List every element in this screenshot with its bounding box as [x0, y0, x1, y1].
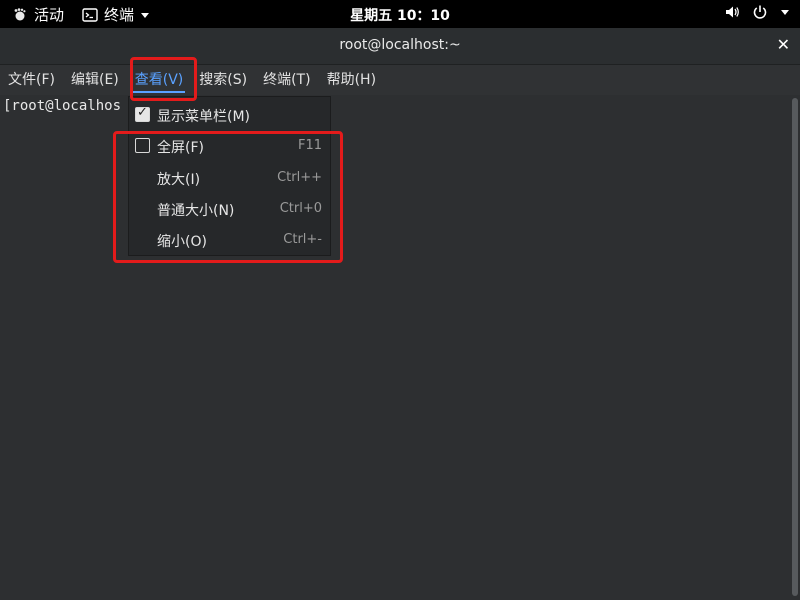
checkbox-unchecked[interactable]	[135, 138, 150, 153]
system-tray[interactable]	[724, 4, 790, 20]
menu-item-fullscreen[interactable]: 全屏(F) F11	[129, 131, 330, 161]
clock[interactable]: 星期五 10：10	[0, 5, 800, 25]
power-icon[interactable]	[752, 4, 768, 20]
terminal-prompt: [root@localhos	[3, 98, 122, 114]
menu-terminal[interactable]: 终端(T)	[255, 65, 318, 95]
window-titlebar: root@localhost:~ ✕	[0, 28, 800, 65]
menu-item-shortcut: Ctrl+0	[279, 201, 322, 216]
menu-help[interactable]: 帮助(H)	[319, 65, 384, 95]
view-menu-dropdown: 显示菜单栏(M) 全屏(F) F11 放大(I) Ctrl++ 普通大小(N) …	[128, 96, 331, 256]
terminal-area[interactable]: [root@localhos	[0, 95, 790, 600]
volume-icon[interactable]	[724, 4, 740, 20]
menu-item-label: 普通大小(N)	[157, 203, 235, 219]
caret-down-icon	[780, 7, 790, 17]
menu-edit[interactable]: 编辑(E)	[63, 65, 127, 95]
menu-search[interactable]: 搜索(S)	[191, 65, 255, 95]
menu-file[interactable]: 文件(F)	[0, 65, 63, 95]
menu-item-shortcut: Ctrl++	[277, 170, 322, 185]
menu-item-shortcut: Ctrl+-	[283, 232, 322, 247]
menu-item-normal-size[interactable]: 普通大小(N) Ctrl+0	[129, 194, 330, 224]
menu-item-show-menubar[interactable]: 显示菜单栏(M)	[129, 100, 330, 130]
window-title: root@localhost:~	[339, 37, 461, 53]
top-bar: 活动 终端 星期五 10：10	[0, 0, 800, 28]
menu-item-label: 放大(I)	[157, 172, 201, 188]
menubar: 文件(F) 编辑(E) 查看(V) 搜索(S) 终端(T) 帮助(H)	[0, 65, 800, 95]
menu-item-label: 显示菜单栏(M)	[157, 109, 251, 125]
menu-item-shortcut: F11	[297, 138, 322, 153]
scrollbar[interactable]	[792, 98, 798, 596]
close-icon[interactable]: ✕	[777, 35, 790, 54]
menu-item-label: 缩小(O)	[157, 234, 207, 250]
menu-item-zoom-out[interactable]: 缩小(O) Ctrl+-	[129, 225, 330, 255]
checkbox-checked[interactable]	[135, 105, 150, 122]
menu-item-zoom-in[interactable]: 放大(I) Ctrl++	[129, 163, 330, 193]
menu-view[interactable]: 查看(V)	[127, 65, 192, 95]
menu-item-label: 全屏(F)	[157, 140, 204, 156]
